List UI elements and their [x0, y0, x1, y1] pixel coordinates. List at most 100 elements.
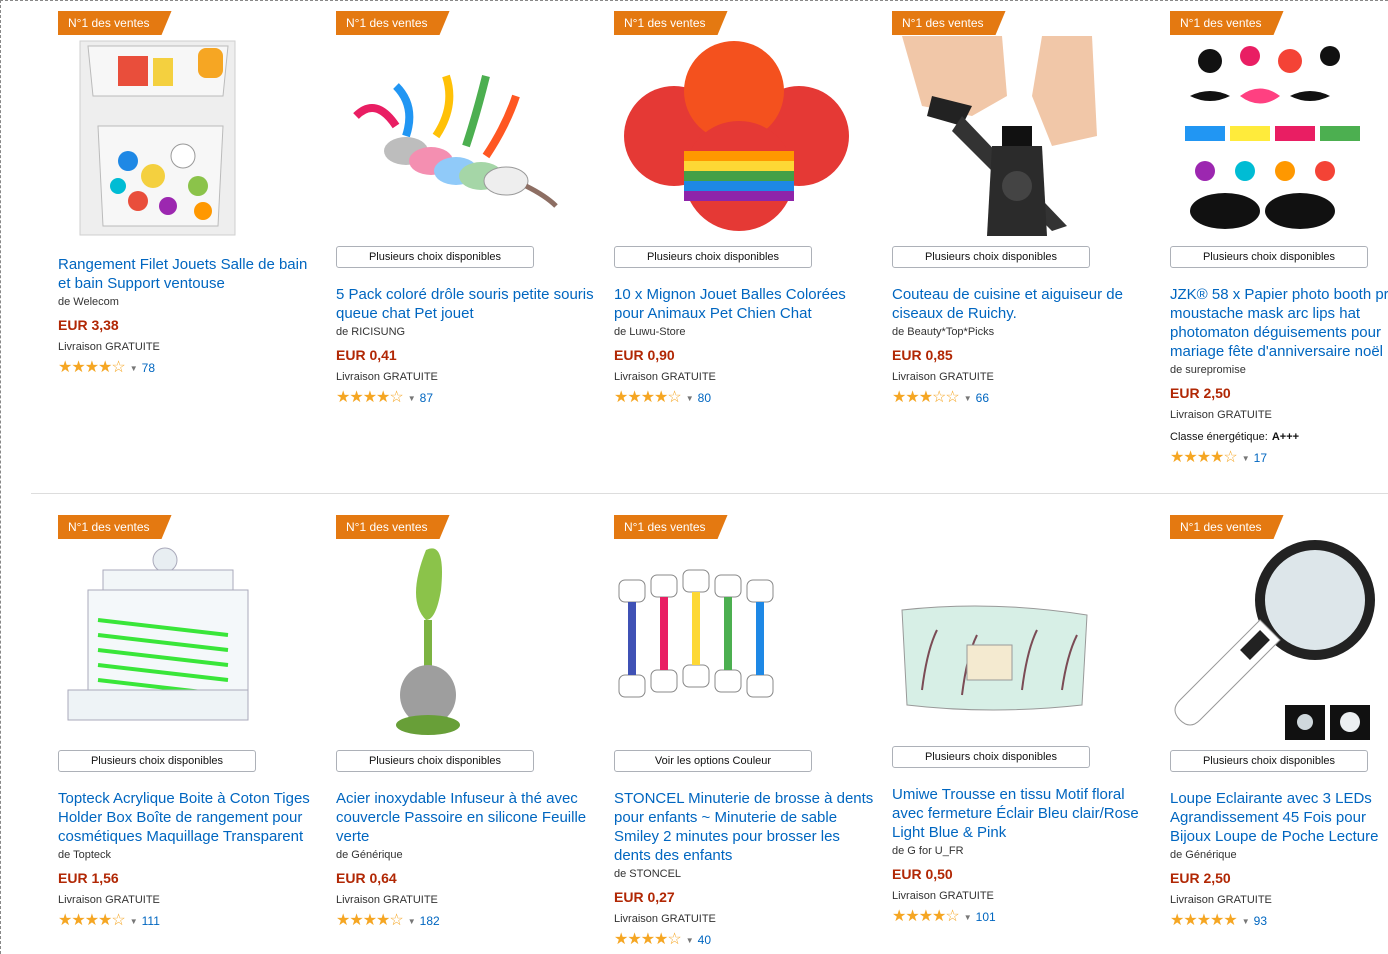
product-title-link[interactable]: Loupe Eclairante avec 3 LEDs Agrandissem… [1170, 789, 1385, 846]
chevron-down-icon[interactable]: ▼ [408, 917, 416, 926]
price: EUR 0,27 [614, 889, 675, 905]
bestseller-badge: N°1 des ventes [614, 11, 728, 35]
price: EUR 2,50 [1170, 385, 1231, 401]
review-count-link[interactable]: 111 [142, 914, 160, 928]
rainbow-balls-image[interactable] [614, 36, 864, 236]
chevron-down-icon[interactable]: ▼ [686, 936, 694, 945]
review-count-link[interactable]: 87 [420, 391, 433, 405]
shipping-label: Livraison GRATUITE [336, 371, 438, 383]
star-rating-icon[interactable]: ★★★★☆ [1170, 450, 1238, 466]
frame-top-border [0, 0, 1388, 1]
review-count-link[interactable]: 182 [420, 914, 440, 928]
price: EUR 1,56 [58, 870, 119, 886]
rating-row[interactable]: ★★★★☆ ▼ 40 [614, 932, 874, 948]
product-title-link[interactable]: 10 x Mignon Jouet Balles Colorées pour A… [614, 285, 874, 323]
product-title-link[interactable]: STONCEL Minuterie de brosse à dents pour… [614, 789, 874, 865]
options-button[interactable]: Plusieurs choix disponibles [336, 246, 534, 268]
magnifier-image[interactable] [1170, 540, 1388, 740]
brand-label: de Beauty*Top*Picks [892, 326, 995, 338]
row-divider [31, 493, 1388, 494]
options-button[interactable]: Plusieurs choix disponibles [1170, 246, 1368, 268]
mesh-bag-toys-image[interactable] [58, 36, 308, 236]
star-rating-icon[interactable]: ★★★★☆ [892, 909, 960, 925]
product-title-link[interactable]: 5 Pack coloré drôle souris petite souris… [336, 285, 596, 323]
review-count-link[interactable]: 66 [976, 391, 989, 405]
rating-row[interactable]: ★★★★☆ ▼ 17 [1170, 450, 1388, 466]
sand-timers-image[interactable] [614, 540, 864, 740]
bestseller-badge: N°1 des ventes [1170, 515, 1284, 539]
knife-sharpener-image[interactable] [892, 36, 1142, 236]
shipping-label: Livraison GRATUITE [1170, 409, 1272, 421]
chevron-down-icon[interactable]: ▼ [130, 364, 138, 373]
rating-row[interactable]: ★★★★☆ ▼ 78 [58, 360, 318, 376]
star-rating-icon[interactable]: ★★★★☆ [336, 390, 404, 406]
rating-row[interactable]: ★★★★☆ ▼ 111 [58, 913, 318, 929]
brand-label: de STONCEL [614, 868, 682, 880]
review-count-link[interactable]: 40 [698, 933, 711, 947]
energy-class-label: Classe énergétique: [1170, 431, 1268, 443]
rating-row[interactable]: ★★★☆☆ ▼ 66 [892, 390, 1152, 406]
star-rating-icon[interactable]: ★★★★☆ [614, 390, 682, 406]
shipping-label: Livraison GRATUITE [614, 371, 716, 383]
product-card[interactable]: N°1 des ventes Plusieurs choix disponibl… [1170, 11, 1388, 481]
chevron-down-icon[interactable]: ▼ [964, 394, 972, 403]
brand-label: de G for U_FR [892, 845, 964, 857]
options-button[interactable]: Plusieurs choix disponibles [614, 246, 812, 268]
acrylic-box-image[interactable] [58, 540, 308, 740]
price: EUR 0,64 [336, 870, 397, 886]
chevron-down-icon[interactable]: ▼ [964, 913, 972, 922]
brand-label: de Générique [1170, 849, 1237, 861]
chevron-down-icon[interactable]: ▼ [1242, 917, 1250, 926]
options-button[interactable]: Plusieurs choix disponibles [1170, 750, 1368, 772]
price: EUR 0,41 [336, 347, 397, 363]
rating-row[interactable]: ★★★★★ ▼ 93 [1170, 913, 1388, 929]
photo-booth-props-image[interactable] [1170, 36, 1388, 236]
energy-class: Classe énergétique: A+++ [1170, 430, 1388, 444]
product-title-link[interactable]: Couteau de cuisine et aiguiseur de cisea… [892, 285, 1152, 323]
rating-row[interactable]: ★★★★☆ ▼ 182 [336, 913, 596, 929]
star-rating-icon[interactable]: ★★★★☆ [336, 913, 404, 929]
price: EUR 0,85 [892, 347, 953, 363]
product-title-link[interactable]: Acier inoxydable Infuseur à thé avec cou… [336, 789, 596, 846]
options-button[interactable]: Plusieurs choix disponibles [58, 750, 256, 772]
star-rating-icon[interactable]: ★★★★☆ [58, 913, 126, 929]
brand-label: de Welecom [58, 296, 119, 308]
review-count-link[interactable]: 93 [1254, 914, 1267, 928]
price: EUR 2,50 [1170, 870, 1231, 886]
star-rating-icon[interactable]: ★★★★☆ [614, 932, 682, 948]
star-rating-icon[interactable]: ★★★★☆ [58, 360, 126, 376]
floral-pouch-image[interactable] [892, 540, 1142, 740]
bestseller-badge: N°1 des ventes [1170, 11, 1284, 35]
product-title-link[interactable]: Umiwe Trousse en tissu Motif floral avec… [892, 785, 1152, 842]
energy-class-value: A+++ [1271, 431, 1300, 443]
frame-left-border [0, 0, 1, 954]
product-title-link[interactable]: JZK® 58 x Papier photo booth props moust… [1170, 285, 1388, 361]
chevron-down-icon[interactable]: ▼ [686, 394, 694, 403]
options-button[interactable]: Plusieurs choix disponibles [892, 746, 1090, 768]
review-count-link[interactable]: 101 [976, 910, 996, 924]
brand-label: de surepromise [1170, 364, 1246, 376]
product-title-link[interactable]: Topteck Acrylique Boite à Coton Tiges Ho… [58, 789, 318, 846]
chevron-down-icon[interactable]: ▼ [130, 917, 138, 926]
options-button[interactable]: Plusieurs choix disponibles [336, 750, 534, 772]
rating-row[interactable]: ★★★★☆ ▼ 87 [336, 390, 596, 406]
bestseller-badge: N°1 des ventes [892, 11, 1006, 35]
price: EUR 0,90 [614, 347, 675, 363]
review-count-link[interactable]: 80 [698, 391, 711, 405]
feather-mice-image[interactable] [336, 36, 586, 236]
star-rating-icon[interactable]: ★★★★★ [1170, 913, 1238, 929]
review-count-link[interactable]: 17 [1254, 451, 1267, 465]
shipping-label: Livraison GRATUITE [58, 341, 160, 353]
bestseller-badge: N°1 des ventes [58, 11, 172, 35]
chevron-down-icon[interactable]: ▼ [1242, 454, 1250, 463]
rating-row[interactable]: ★★★★☆ ▼ 80 [614, 390, 874, 406]
options-button[interactable]: Plusieurs choix disponibles [892, 246, 1090, 268]
tea-infuser-image[interactable] [336, 540, 586, 740]
options-button[interactable]: Voir les options Couleur [614, 750, 812, 772]
product-title-link[interactable]: Rangement Filet Jouets Salle de bain et … [58, 255, 318, 293]
rating-row[interactable]: ★★★★☆ ▼ 101 [892, 909, 1152, 925]
chevron-down-icon[interactable]: ▼ [408, 394, 416, 403]
shipping-label: Livraison GRATUITE [892, 890, 994, 902]
review-count-link[interactable]: 78 [142, 361, 155, 375]
star-rating-icon[interactable]: ★★★☆☆ [892, 390, 960, 406]
